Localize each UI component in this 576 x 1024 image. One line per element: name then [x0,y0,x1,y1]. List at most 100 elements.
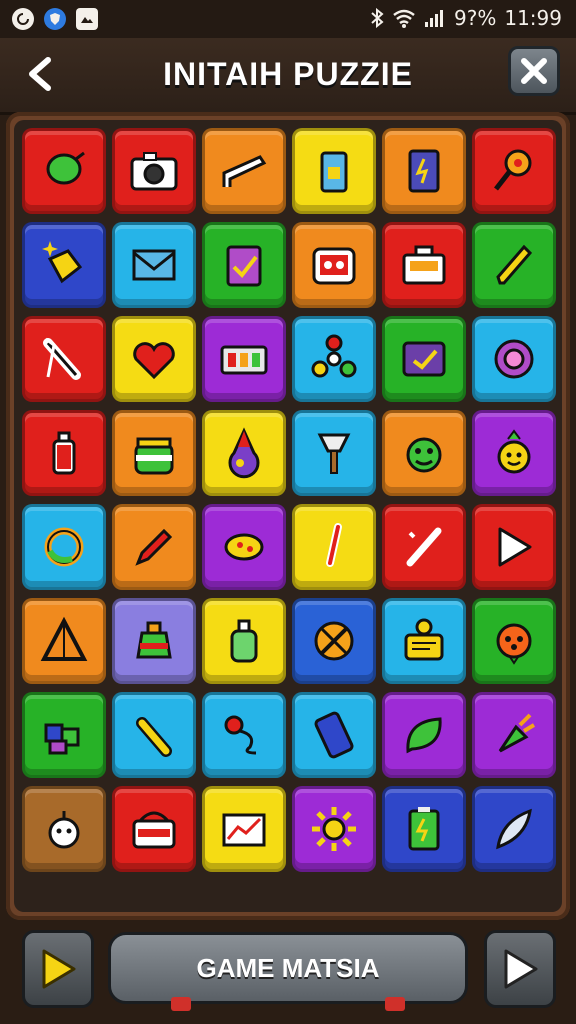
key-icon [494,149,532,191]
tile-control-panel[interactable] [202,316,286,402]
wifi-icon [393,9,415,28]
cash-register-icon [402,245,446,285]
tile-clipboard[interactable] [202,222,286,308]
left-play-button[interactable] [22,930,94,1008]
tile-orange-face[interactable] [472,598,556,684]
play-icon [498,527,532,567]
bottle-icon [52,431,76,475]
clock: 11:99 [504,6,562,30]
photo-icon [76,8,98,30]
tile-bottle[interactable] [22,410,106,496]
sparkle-cube-icon [42,241,83,284]
tile-heart-bubble[interactable] [112,316,196,402]
tile-camera[interactable] [112,128,196,214]
tile-swirl[interactable] [22,504,106,590]
puzzle-board [14,120,562,912]
envelope-icon [132,249,176,281]
tile-thermometer[interactable] [292,504,376,590]
tile-potion[interactable] [202,410,286,496]
tile-pin-wire[interactable] [202,692,286,778]
tile-pencil[interactable] [472,222,556,308]
tile-envelope[interactable] [112,222,196,308]
tile-plunger[interactable] [292,410,376,496]
leaf-bubble-icon [406,717,442,754]
pyramid-icon [40,616,88,661]
potion-icon [228,427,260,479]
sync-icon [12,8,34,30]
tile-bottle-green[interactable] [202,598,286,684]
status-bar: 9?% 11:99 [0,0,576,38]
tile-sun[interactable] [292,786,376,872]
tile-monster[interactable] [382,410,466,496]
tile-urn[interactable] [112,598,196,684]
tile-cubes[interactable] [22,692,106,778]
tile-balloon[interactable] [22,128,106,214]
close-button[interactable] [508,46,560,96]
tile-radio[interactable] [292,222,376,308]
game-main-button-label: GAME MATSIA [196,952,380,983]
doll-face-icon [48,811,80,849]
radio-icon [312,247,356,285]
monster-icon [406,437,442,473]
battery-green-icon [408,807,440,851]
tile-doll-face[interactable] [22,786,106,872]
play-yellow-icon [42,949,76,989]
tile-ring[interactable] [472,316,556,402]
tile-robot-note[interactable] [382,598,466,684]
tile-cash-register[interactable] [382,222,466,308]
tile-fruit-face[interactable] [472,410,556,496]
game-main-button[interactable]: GAME MATSIA [108,932,468,1011]
ramp-icon [222,155,267,187]
page-title: INITAIH PUZZIE [163,56,413,92]
tile-leaf-bubble[interactable] [382,692,466,778]
tile-slash[interactable] [382,504,466,590]
tile-ramp[interactable] [202,128,286,214]
tile-key[interactable] [472,128,556,214]
bottle-green-icon [230,619,258,663]
tile-spinner[interactable] [292,316,376,402]
control-panel-icon [220,345,268,375]
plunger-icon [317,433,351,474]
tile-phone[interactable] [382,128,466,214]
heart-bubble-icon [133,342,175,380]
tile-tube[interactable] [112,692,196,778]
tile-jar[interactable] [112,410,196,496]
carrot-icon [498,713,536,753]
tablet-check-icon [402,341,446,377]
tile-battery-green[interactable] [382,786,466,872]
play-white-icon [504,949,538,989]
balloon-icon [46,151,85,185]
robot-note-icon [404,618,444,661]
shield-icon [44,8,66,30]
fruit-face-icon [497,429,531,474]
tile-feather[interactable] [472,786,556,872]
tile-tool[interactable] [22,316,106,402]
tile-battery[interactable] [292,128,376,214]
tile-chart-card[interactable] [202,786,286,872]
tile-sparkle-cube[interactable] [22,222,106,308]
tile-marker[interactable] [112,504,196,590]
jar-icon [134,437,174,475]
tile-play[interactable] [472,504,556,590]
tile-no-sign[interactable] [292,598,376,684]
pizza-icon [224,533,264,561]
tile-tablet-check[interactable] [382,316,466,402]
swirl-icon [44,527,84,567]
tile-basket[interactable] [112,786,196,872]
tile-carrot[interactable] [472,692,556,778]
marker-icon [135,528,173,566]
signal-icon [425,10,444,27]
right-play-button[interactable] [484,930,556,1008]
tile-phone-blue[interactable] [292,692,376,778]
battery-icon [320,151,348,193]
close-icon [521,58,547,84]
basket-icon [132,811,176,849]
phone-blue-icon [314,711,354,759]
no-sign-icon [314,621,354,661]
tile-pyramid[interactable] [22,598,106,684]
chart-card-icon [222,813,266,847]
tube-icon [136,717,172,757]
footer: GAME MATSIA [0,920,576,1024]
tile-pizza[interactable] [202,504,286,590]
thermometer-icon [326,523,342,567]
